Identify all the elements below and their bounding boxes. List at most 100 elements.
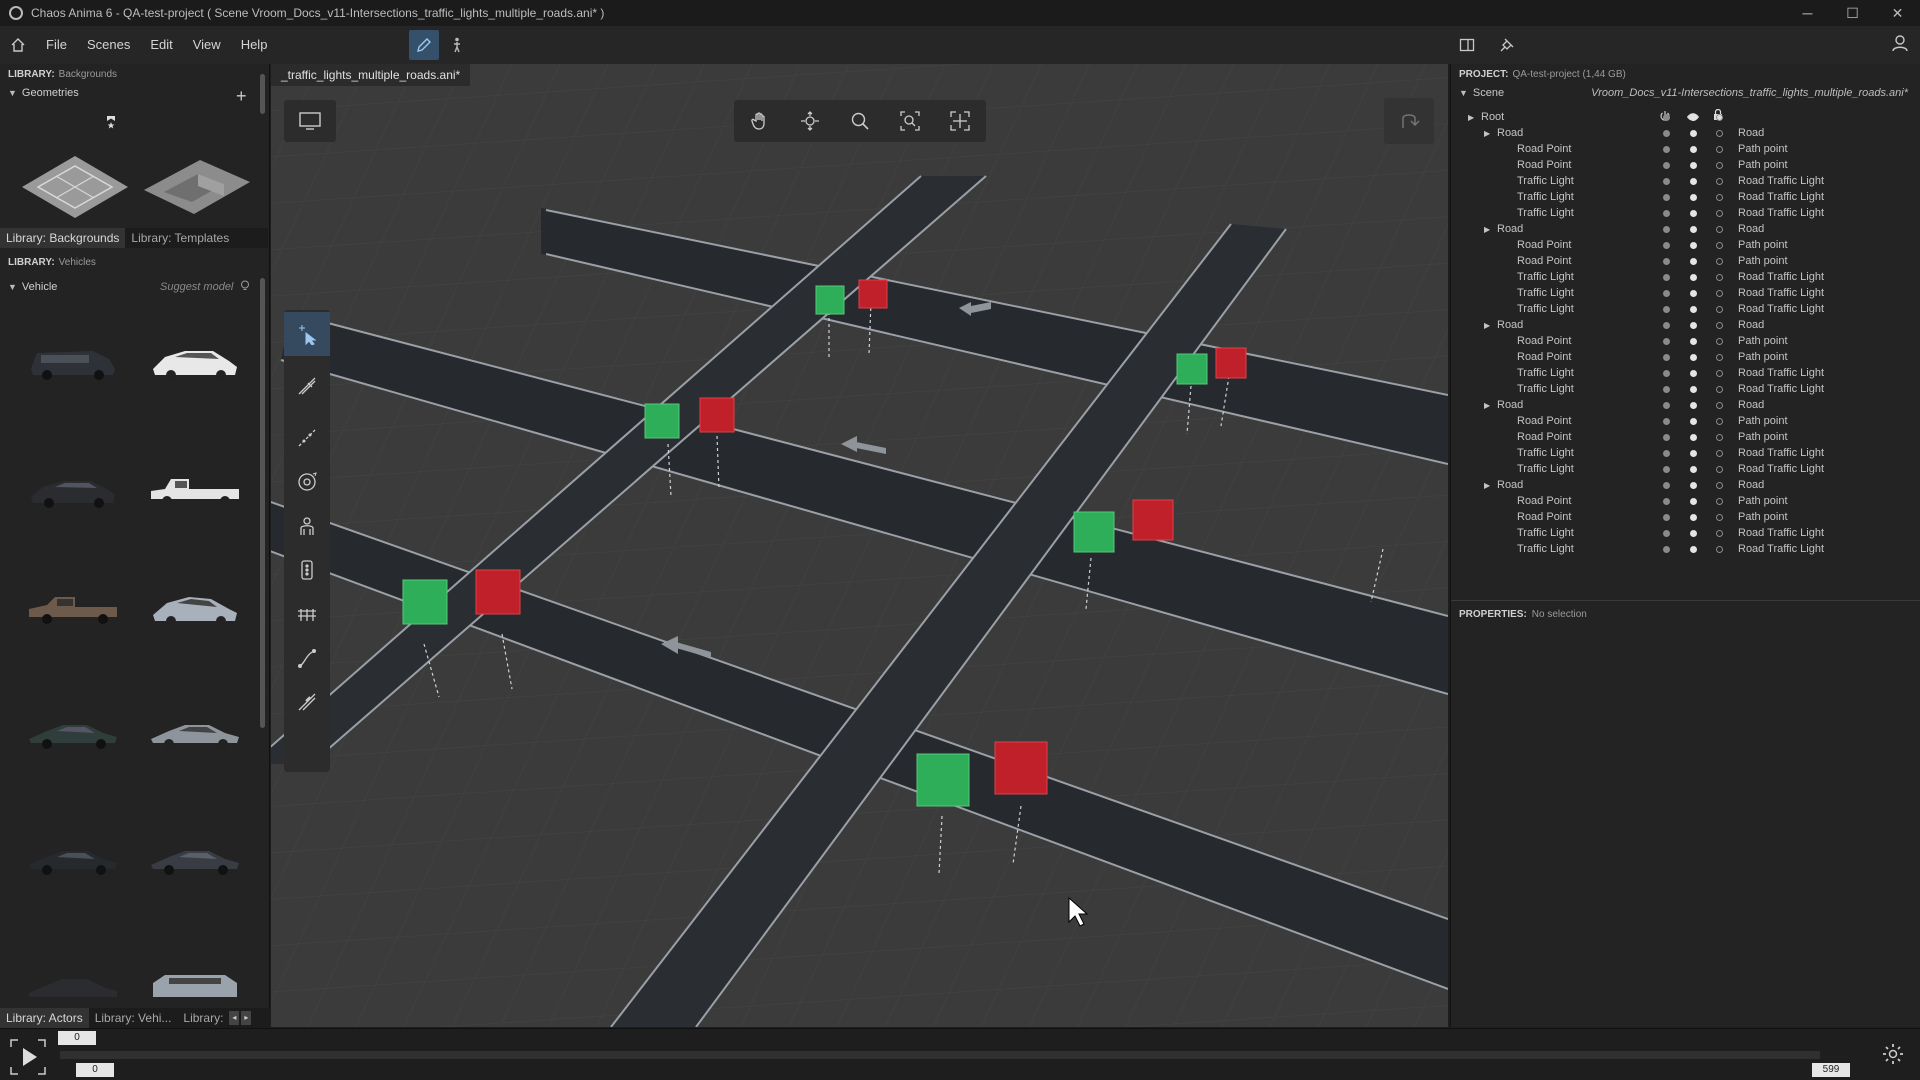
tree-row[interactable]: Road Point Path point [1451, 142, 1920, 158]
enable-toggle[interactable] [1663, 130, 1670, 137]
enable-toggle[interactable] [1663, 418, 1670, 425]
lock-toggle[interactable] [1716, 498, 1723, 505]
lock-toggle[interactable] [1716, 290, 1723, 297]
vehicle-thumbnail-sedan-darkgrey[interactable] [140, 822, 250, 894]
scene-canvas[interactable] [271, 64, 1448, 1027]
tab-library-backgrounds[interactable]: Library: Backgrounds [0, 228, 126, 248]
lock-toggle[interactable] [1716, 402, 1723, 409]
lock-toggle[interactable] [1716, 466, 1723, 473]
pan-hand-icon[interactable] [735, 111, 785, 131]
tree-row[interactable]: Traffic Light Road Traffic Light [1451, 446, 1920, 462]
play-button[interactable] [8, 1037, 48, 1077]
enable-toggle[interactable] [1663, 114, 1670, 121]
rail-curve-icon[interactable] [284, 636, 330, 680]
enable-toggle[interactable] [1663, 194, 1670, 201]
visibility-toggle[interactable] [1690, 242, 1697, 249]
menu-view[interactable]: View [183, 26, 231, 64]
lock-toggle[interactable] [1716, 242, 1723, 249]
lock-toggle[interactable] [1716, 194, 1723, 201]
lock-toggle[interactable] [1716, 434, 1723, 441]
tree-row[interactable]: Road Point Path point [1451, 494, 1920, 510]
visibility-toggle[interactable] [1690, 386, 1697, 393]
enable-toggle[interactable] [1663, 242, 1670, 249]
document-tab[interactable]: _traffic_lights_multiple_roads.ani* [271, 64, 471, 86]
lock-toggle[interactable] [1716, 530, 1723, 537]
draw-path-icon[interactable] [284, 416, 330, 460]
tree-row[interactable]: Traffic Light Road Traffic Light [1451, 382, 1920, 398]
lock-toggle[interactable] [1716, 306, 1723, 313]
fence-icon[interactable] [284, 592, 330, 636]
tree-row[interactable]: Road Point Path point [1451, 430, 1920, 446]
enable-toggle[interactable] [1663, 482, 1670, 489]
enable-toggle[interactable] [1663, 162, 1670, 169]
visibility-toggle[interactable] [1690, 482, 1697, 489]
home-icon[interactable] [0, 26, 36, 64]
enable-toggle[interactable] [1663, 514, 1670, 521]
visibility-toggle[interactable] [1690, 338, 1697, 345]
vehicle-section[interactable]: ▼ Vehicle Suggest model [0, 276, 268, 298]
vehicle-scrollbar[interactable] [260, 278, 265, 728]
draw-road-icon[interactable] [284, 356, 330, 416]
undo-view-button[interactable] [1384, 98, 1434, 144]
tree-row[interactable]: Traffic Light Road Traffic Light [1451, 270, 1920, 286]
enable-toggle[interactable] [1663, 450, 1670, 457]
vehicle-thumbnail-suv-dark[interactable] [18, 454, 128, 526]
expand-caret-icon[interactable]: ▶ [1484, 481, 1490, 490]
tree-row[interactable]: Road Point Path point [1451, 350, 1920, 366]
panel-layout-icon[interactable] [1452, 30, 1482, 60]
tab-scroll-right-icon[interactable]: ▸ [241, 1011, 252, 1025]
tree-row[interactable]: ▶ Road Road [1451, 478, 1920, 494]
visibility-toggle[interactable] [1690, 226, 1697, 233]
lock-toggle[interactable] [1716, 338, 1723, 345]
tree-row[interactable]: Traffic Light Road Traffic Light [1451, 542, 1920, 558]
enable-toggle[interactable] [1663, 386, 1670, 393]
visibility-toggle[interactable] [1690, 354, 1697, 361]
visibility-toggle[interactable] [1690, 194, 1697, 201]
camera-view-button[interactable] [284, 100, 336, 142]
tree-row[interactable]: ▶ Road Road [1451, 398, 1920, 414]
visibility-toggle[interactable] [1690, 418, 1697, 425]
user-account-icon[interactable] [1890, 33, 1914, 57]
vehicle-thumbnail-suv-white[interactable] [140, 326, 250, 398]
lock-toggle[interactable] [1716, 322, 1723, 329]
enable-toggle[interactable] [1663, 290, 1670, 297]
enable-toggle[interactable] [1663, 146, 1670, 153]
visibility-toggle[interactable] [1690, 322, 1697, 329]
enable-toggle[interactable] [1663, 370, 1670, 377]
menu-help[interactable]: Help [231, 26, 278, 64]
lock-toggle[interactable] [1716, 370, 1723, 377]
expand-caret-icon[interactable]: ▶ [1468, 113, 1474, 122]
lock-toggle[interactable] [1716, 130, 1723, 137]
enable-toggle[interactable] [1663, 258, 1670, 265]
tree-row[interactable]: Traffic Light Road Traffic Light [1451, 206, 1920, 222]
tree-row[interactable]: Traffic Light Road Traffic Light [1451, 190, 1920, 206]
geometry-scrollbar[interactable] [260, 74, 265, 114]
enable-toggle[interactable] [1663, 226, 1670, 233]
lock-toggle[interactable] [1716, 114, 1723, 121]
maximize-button[interactable]: ☐ [1830, 0, 1875, 26]
tab-library-templates[interactable]: Library: Templates [125, 228, 235, 248]
enable-toggle[interactable] [1663, 402, 1670, 409]
visibility-toggle[interactable] [1690, 290, 1697, 297]
tab-library-vehicles[interactable]: Library: Vehi... [89, 1008, 178, 1028]
zoom-fit-icon[interactable] [885, 111, 935, 131]
tree-row[interactable]: Road Point Path point [1451, 254, 1920, 270]
tree-row[interactable]: Traffic Light Road Traffic Light [1451, 366, 1920, 382]
visibility-toggle[interactable] [1690, 130, 1697, 137]
scene-section[interactable]: ▼ Scene Vroom_Docs_v11-Intersections_tra… [1451, 82, 1920, 104]
menu-scenes[interactable]: Scenes [77, 26, 140, 64]
traffic-light-icon[interactable] [284, 548, 330, 592]
tree-row[interactable]: Road Point Path point [1451, 238, 1920, 254]
tree-row[interactable]: Traffic Light Road Traffic Light [1451, 462, 1920, 478]
vehicle-thumbnail-sedan-black[interactable] [18, 822, 128, 894]
tab-scroll-left-icon[interactable]: ◂ [229, 1011, 240, 1025]
enable-toggle[interactable] [1663, 530, 1670, 537]
visibility-toggle[interactable] [1690, 306, 1697, 313]
lock-toggle[interactable] [1716, 258, 1723, 265]
geometry-thumbnail[interactable] [140, 148, 254, 226]
vehicle-thumbnail-sedan-grey[interactable] [140, 696, 250, 768]
vehicle-thumbnail-van[interactable] [18, 326, 128, 398]
visibility-toggle[interactable] [1690, 114, 1697, 121]
current-frame-marker[interactable]: 0 [58, 1031, 96, 1045]
enable-toggle[interactable] [1663, 306, 1670, 313]
